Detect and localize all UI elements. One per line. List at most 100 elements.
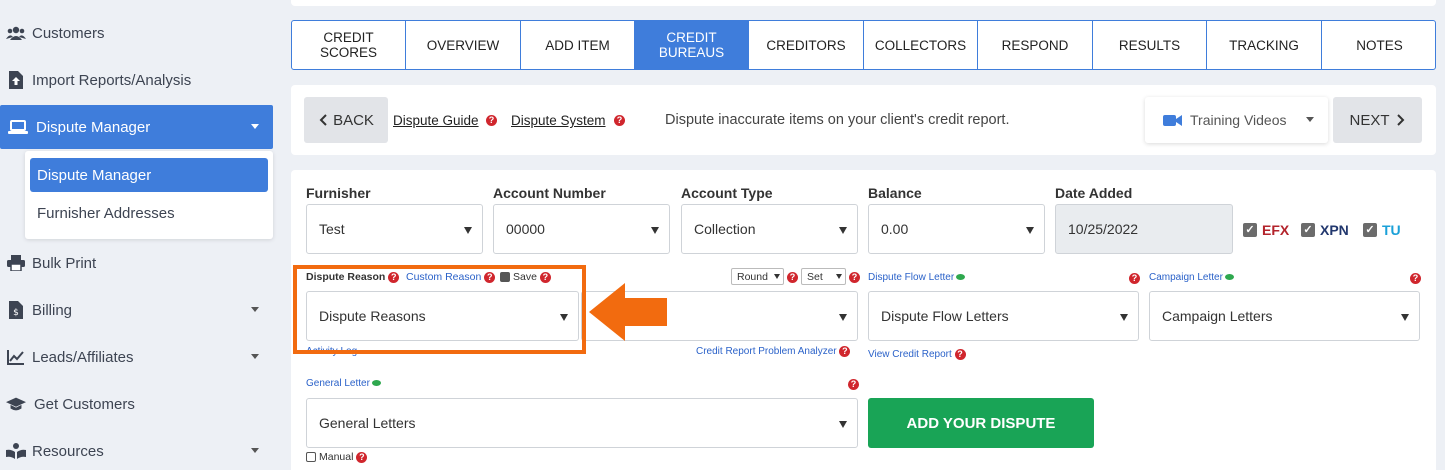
help-icon[interactable]: ? bbox=[484, 271, 496, 283]
dispute-flow-label: Dispute Flow Letter bbox=[868, 272, 966, 283]
tab-overview[interactable]: OVERVIEW bbox=[406, 21, 521, 69]
round-select[interactable]: Round bbox=[731, 268, 784, 285]
tab-credit-scores[interactable]: CREDIT SCORES bbox=[292, 21, 406, 69]
caret-down-icon bbox=[836, 274, 842, 279]
set-select[interactable]: Set bbox=[801, 268, 846, 285]
help-icon[interactable]: ? bbox=[849, 272, 860, 283]
help-icon[interactable]: ? bbox=[356, 451, 368, 463]
tab-creditors[interactable]: CREDITORS bbox=[749, 21, 864, 69]
caret-down-icon bbox=[1120, 314, 1128, 321]
help-icon[interactable]: ? bbox=[614, 115, 625, 126]
tab-notes[interactable]: NOTES bbox=[1322, 21, 1435, 69]
sidebar-item-get-customers[interactable]: Get Customers bbox=[0, 382, 273, 426]
help-icon[interactable]: ? bbox=[539, 271, 551, 283]
efx-checkbox[interactable]: ✓ EFX bbox=[1243, 222, 1289, 238]
xpn-checkbox[interactable]: ✓ XPN bbox=[1301, 222, 1349, 238]
sidebar-item-bulk-print[interactable]: Bulk Print bbox=[0, 241, 273, 285]
page-description: Dispute inaccurate items on your client'… bbox=[665, 112, 1010, 128]
dispute-flow-text: Dispute Flow Letter bbox=[868, 272, 955, 283]
balance-value: 0.00 bbox=[881, 221, 909, 237]
submenu-item-furnisher-addresses[interactable]: Furnisher Addresses bbox=[30, 196, 268, 230]
help-icon[interactable]: ? bbox=[848, 379, 859, 390]
tu-checkbox[interactable]: ✓ TU bbox=[1363, 222, 1401, 238]
tu-label: TU bbox=[1382, 222, 1401, 238]
chevron-down-icon bbox=[1306, 117, 1314, 122]
sidebar-item-leads-affiliates[interactable]: Leads/Affiliates bbox=[0, 335, 273, 379]
laptop-icon bbox=[8, 118, 28, 136]
dispute-form: Furnisher Test Account Number 00000 Acco… bbox=[291, 170, 1436, 470]
sidebar-item-billing[interactable]: $ Billing bbox=[0, 288, 273, 332]
dispute-guide-text: Dispute Guide bbox=[393, 113, 479, 128]
account-type-select[interactable]: Collection bbox=[681, 204, 858, 254]
account-number-select[interactable]: 00000 bbox=[493, 204, 670, 254]
next-label: NEXT bbox=[1349, 111, 1390, 129]
sidebar-item-resources[interactable]: Resources bbox=[0, 429, 273, 470]
dispute-reason-label: Dispute Reason ? bbox=[306, 271, 400, 283]
sidebar-item-label: Get Customers bbox=[34, 395, 135, 413]
help-icon[interactable]: ? bbox=[1410, 273, 1421, 284]
general-letter-select[interactable]: General Letters bbox=[306, 398, 858, 448]
manual-checkbox[interactable]: Manual ? bbox=[306, 451, 368, 463]
activity-log-link[interactable]: Activity Log bbox=[306, 346, 357, 357]
eye-icon[interactable] bbox=[956, 274, 966, 281]
dispute-reason-value: Dispute Reasons bbox=[319, 308, 426, 324]
view-credit-report-text: View Credit Report bbox=[868, 349, 952, 361]
view-credit-report-link[interactable]: View Credit Report ? bbox=[868, 349, 966, 360]
tab-bar: CREDIT SCORES OVERVIEW ADD ITEM CREDIT B… bbox=[291, 20, 1436, 70]
dispute-system-link[interactable]: Dispute System bbox=[511, 113, 606, 128]
efx-label: EFX bbox=[1262, 222, 1290, 238]
tab-add-item[interactable]: ADD ITEM bbox=[521, 21, 635, 69]
submenu-item-dispute-manager[interactable]: Dispute Manager bbox=[30, 158, 268, 192]
training-videos-dropdown[interactable]: Training Videos bbox=[1145, 97, 1328, 143]
help-icon[interactable]: ? bbox=[486, 115, 497, 126]
back-label: BACK bbox=[333, 111, 374, 129]
help-icon[interactable]: ? bbox=[839, 346, 851, 357]
back-button[interactable]: BACK bbox=[304, 97, 388, 143]
furnisher-select[interactable]: Test bbox=[306, 204, 483, 254]
help-icon[interactable]: ? bbox=[787, 272, 798, 283]
caret-down-icon bbox=[651, 227, 659, 234]
tab-results[interactable]: RESULTS bbox=[1093, 21, 1207, 69]
next-button[interactable]: NEXT bbox=[1333, 97, 1422, 143]
sidebar-item-customers[interactable]: Customers bbox=[0, 11, 273, 55]
add-dispute-button[interactable]: ADD YOUR DISPUTE bbox=[868, 398, 1094, 448]
sidebar-item-dispute-manager[interactable]: Dispute Manager bbox=[0, 105, 273, 149]
sidebar-item-label: Customers bbox=[32, 24, 105, 42]
sidebar-item-label: Import Reports/Analysis bbox=[32, 71, 192, 89]
caret-down-icon bbox=[774, 274, 780, 279]
dispute-reason-select[interactable]: Dispute Reasons bbox=[306, 291, 579, 341]
manual-text: Manual bbox=[319, 451, 354, 463]
account-number-value: 00000 bbox=[506, 221, 545, 237]
dispute-guide-link[interactable]: Dispute Guide bbox=[393, 113, 479, 128]
round-text: Round bbox=[737, 270, 768, 283]
campaign-letter-label: Campaign Letter bbox=[1149, 272, 1234, 283]
help-icon[interactable]: ? bbox=[1129, 273, 1140, 284]
check-icon: ✓ bbox=[1243, 223, 1257, 237]
tab-respond[interactable]: RESPOND bbox=[978, 21, 1093, 69]
tab-tracking[interactable]: TRACKING bbox=[1207, 21, 1322, 69]
check-icon bbox=[500, 272, 510, 283]
arrow-left-icon bbox=[589, 283, 667, 341]
book-reader-icon bbox=[6, 442, 26, 460]
eye-icon[interactable] bbox=[371, 380, 381, 387]
custom-reason-text: Custom Reason bbox=[406, 271, 482, 283]
file-upload-icon bbox=[6, 71, 26, 89]
balance-select[interactable]: 0.00 bbox=[868, 204, 1045, 254]
help-icon[interactable]: ? bbox=[954, 349, 966, 360]
tab-credit-bureaus[interactable]: CREDIT BUREAUS bbox=[635, 21, 749, 69]
custom-reason-link[interactable]: Custom Reason ? bbox=[406, 271, 496, 283]
save-checkbox[interactable]: Save ? bbox=[500, 271, 551, 283]
account-number-label: Account Number bbox=[493, 185, 606, 201]
dispute-flow-select[interactable]: Dispute Flow Letters bbox=[868, 291, 1139, 341]
eye-icon[interactable] bbox=[1224, 274, 1234, 281]
date-added-value: 10/25/2022 bbox=[1068, 221, 1139, 237]
tab-collectors[interactable]: COLLECTORS bbox=[864, 21, 978, 69]
chevron-down-icon bbox=[251, 124, 259, 129]
problem-analyzer-link[interactable]: Credit Report Problem Analyzer ? bbox=[696, 346, 851, 357]
training-videos-label: Training Videos bbox=[1190, 112, 1287, 128]
campaign-letter-select[interactable]: Campaign Letters bbox=[1149, 291, 1420, 341]
sidebar-item-import-reports[interactable]: Import Reports/Analysis bbox=[0, 58, 273, 102]
furnisher-label: Furnisher bbox=[306, 185, 371, 201]
help-icon[interactable]: ? bbox=[388, 271, 400, 283]
chevron-down-icon bbox=[251, 354, 259, 359]
